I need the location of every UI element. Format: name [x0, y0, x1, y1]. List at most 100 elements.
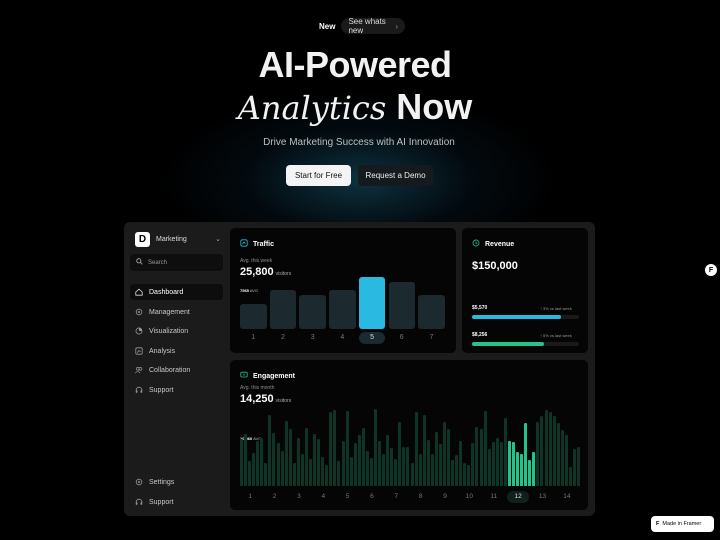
engagement-bar [459, 440, 463, 486]
engagement-bar [382, 454, 386, 486]
traffic-bar[interactable] [269, 290, 297, 329]
traffic-title-label: Traffic [253, 240, 275, 248]
workspace-logo: D [135, 231, 150, 247]
traffic-day-label[interactable]: 3 [303, 334, 323, 341]
engagement-day-label[interactable]: 14 [557, 493, 577, 500]
traffic-bar[interactable] [358, 277, 386, 329]
engagement-bar [240, 438, 243, 486]
traffic-unit: visitors [275, 271, 292, 277]
headset-icon [135, 498, 143, 506]
traffic-bar[interactable] [418, 294, 445, 329]
workspace-switcher[interactable]: D Marketing ⌄ [130, 228, 226, 250]
engagement-bar [260, 437, 264, 486]
traffic-day-label[interactable]: 4 [332, 334, 352, 341]
request-demo-button[interactable]: Request a Demo [358, 165, 433, 186]
engagement-bar [487, 448, 491, 486]
engagement-day-label[interactable]: 11 [484, 493, 504, 500]
engagement-bar [443, 422, 446, 486]
announcement-pill[interactable]: New See whats new › [313, 17, 405, 35]
traffic-bar[interactable] [388, 281, 415, 329]
engagement-bar [495, 438, 499, 486]
sidebar-item-management[interactable]: Management [130, 304, 223, 320]
sidebar-item-analysis[interactable]: Analysis [130, 343, 223, 359]
announcement-link[interactable]: See whats new › [341, 17, 405, 35]
engagement-bar [475, 427, 479, 486]
traffic-day-label[interactable]: 6 [392, 334, 412, 341]
traffic-bar[interactable] [329, 290, 356, 329]
engagement-bar [410, 463, 414, 486]
engagement-bar [402, 446, 406, 486]
engagement-day-label[interactable]: 1 [240, 493, 260, 500]
revenue-row-2-pct: 5% [543, 333, 549, 338]
home-icon [135, 288, 143, 296]
sidebar-item-visualization[interactable]: Visualization [130, 323, 223, 339]
sidebar-item-dashboard[interactable]: Dashboard [130, 284, 223, 300]
start-free-button[interactable]: Start for Free [286, 165, 351, 186]
traffic-bar[interactable] [240, 304, 267, 329]
engagement-card: Engagement Avg. this month 14,250 visitor… [230, 360, 588, 510]
engagement-bar [422, 414, 426, 486]
engagement-bar [321, 457, 325, 486]
engagement-day-label[interactable]: 12 [507, 491, 530, 503]
engagement-day-label[interactable]: 3 [289, 493, 309, 500]
announcement-link-label: See whats new [348, 17, 386, 35]
engagement-bar [386, 435, 390, 486]
sidebar-item-collaboration[interactable]: Collaboration [130, 362, 223, 378]
engagement-bar [430, 453, 434, 486]
sidebar-item-settings[interactable]: Settings [130, 474, 223, 490]
engagement-bar [304, 427, 308, 486]
hero-title-bold: Now [396, 86, 473, 127]
engagement-day-label[interactable]: 5 [338, 493, 358, 500]
engagement-bar [447, 428, 451, 486]
traffic-day-label[interactable]: 2 [273, 334, 293, 341]
engagement-bar [524, 423, 528, 486]
search-input[interactable]: Search [130, 254, 223, 271]
arrow-up-icon: ↑ [540, 333, 542, 338]
engagement-day-label[interactable]: 4 [313, 493, 333, 500]
engagement-bar [280, 450, 284, 486]
engagement-day-label[interactable]: 7 [386, 493, 406, 500]
sidebar-item-support-footer[interactable]: Support [130, 494, 223, 510]
framer-logo-icon: F [656, 521, 660, 527]
revenue-row-2-change: ↑5% vs last week [540, 333, 572, 338]
hero-title-italic: Analytics [237, 89, 387, 127]
engagement-bar [341, 441, 345, 486]
engagement-bar [507, 440, 511, 486]
revenue-row-1-suffix: vs last week [549, 306, 572, 311]
engagement-bar [361, 427, 365, 486]
engagement-day-label[interactable]: 6 [362, 493, 382, 500]
engagement-day-label[interactable]: 13 [533, 493, 553, 500]
sidebar-item-label: Support [149, 498, 174, 506]
engagement-title-label: Engagement [253, 372, 296, 380]
traffic-card: Traffic Avg. this week 25,800 visitors 75… [230, 228, 456, 353]
hero-subtitle: Drive Marketing Success with AI Innovati… [263, 137, 455, 148]
traffic-day-label[interactable]: 7 [421, 334, 441, 341]
traffic-bar[interactable] [299, 294, 326, 329]
engagement-bar [572, 448, 576, 486]
engagement-day-label[interactable]: 10 [459, 493, 479, 500]
sidebar-item-support[interactable]: Support [130, 382, 223, 398]
search-placeholder: Search [148, 259, 168, 266]
revenue-icon [472, 239, 480, 249]
announcement-badge: New [319, 21, 336, 31]
traffic-day-label[interactable]: 5 [359, 332, 386, 344]
framer-icon[interactable]: F [705, 264, 717, 276]
engagement-bar [520, 453, 524, 486]
traffic-day-label[interactable]: 1 [243, 334, 263, 341]
traffic-avg-value: 7565 [240, 288, 249, 293]
engagement-bar [373, 408, 377, 486]
engagement-bar [552, 416, 556, 486]
engagement-day-label[interactable]: 9 [435, 493, 455, 500]
engagement-day-label[interactable]: 2 [265, 493, 285, 500]
traffic-value-number: 25,800 [240, 266, 274, 278]
sidebar-item-label: Collaboration [149, 366, 191, 374]
engagement-day-label[interactable]: 8 [411, 493, 431, 500]
traffic-avg-label: 7565 AVG [240, 288, 258, 293]
made-in-framer-badge[interactable]: F Made in Framer [651, 516, 714, 532]
sidebar: D Marketing ⌄ Search Dashboard Managemen… [124, 222, 228, 516]
engagement-bar [471, 443, 475, 486]
pie-icon [135, 327, 143, 335]
revenue-title: Revenue [472, 239, 514, 249]
engagement-bar [357, 434, 361, 486]
engagement-bar [329, 411, 333, 486]
